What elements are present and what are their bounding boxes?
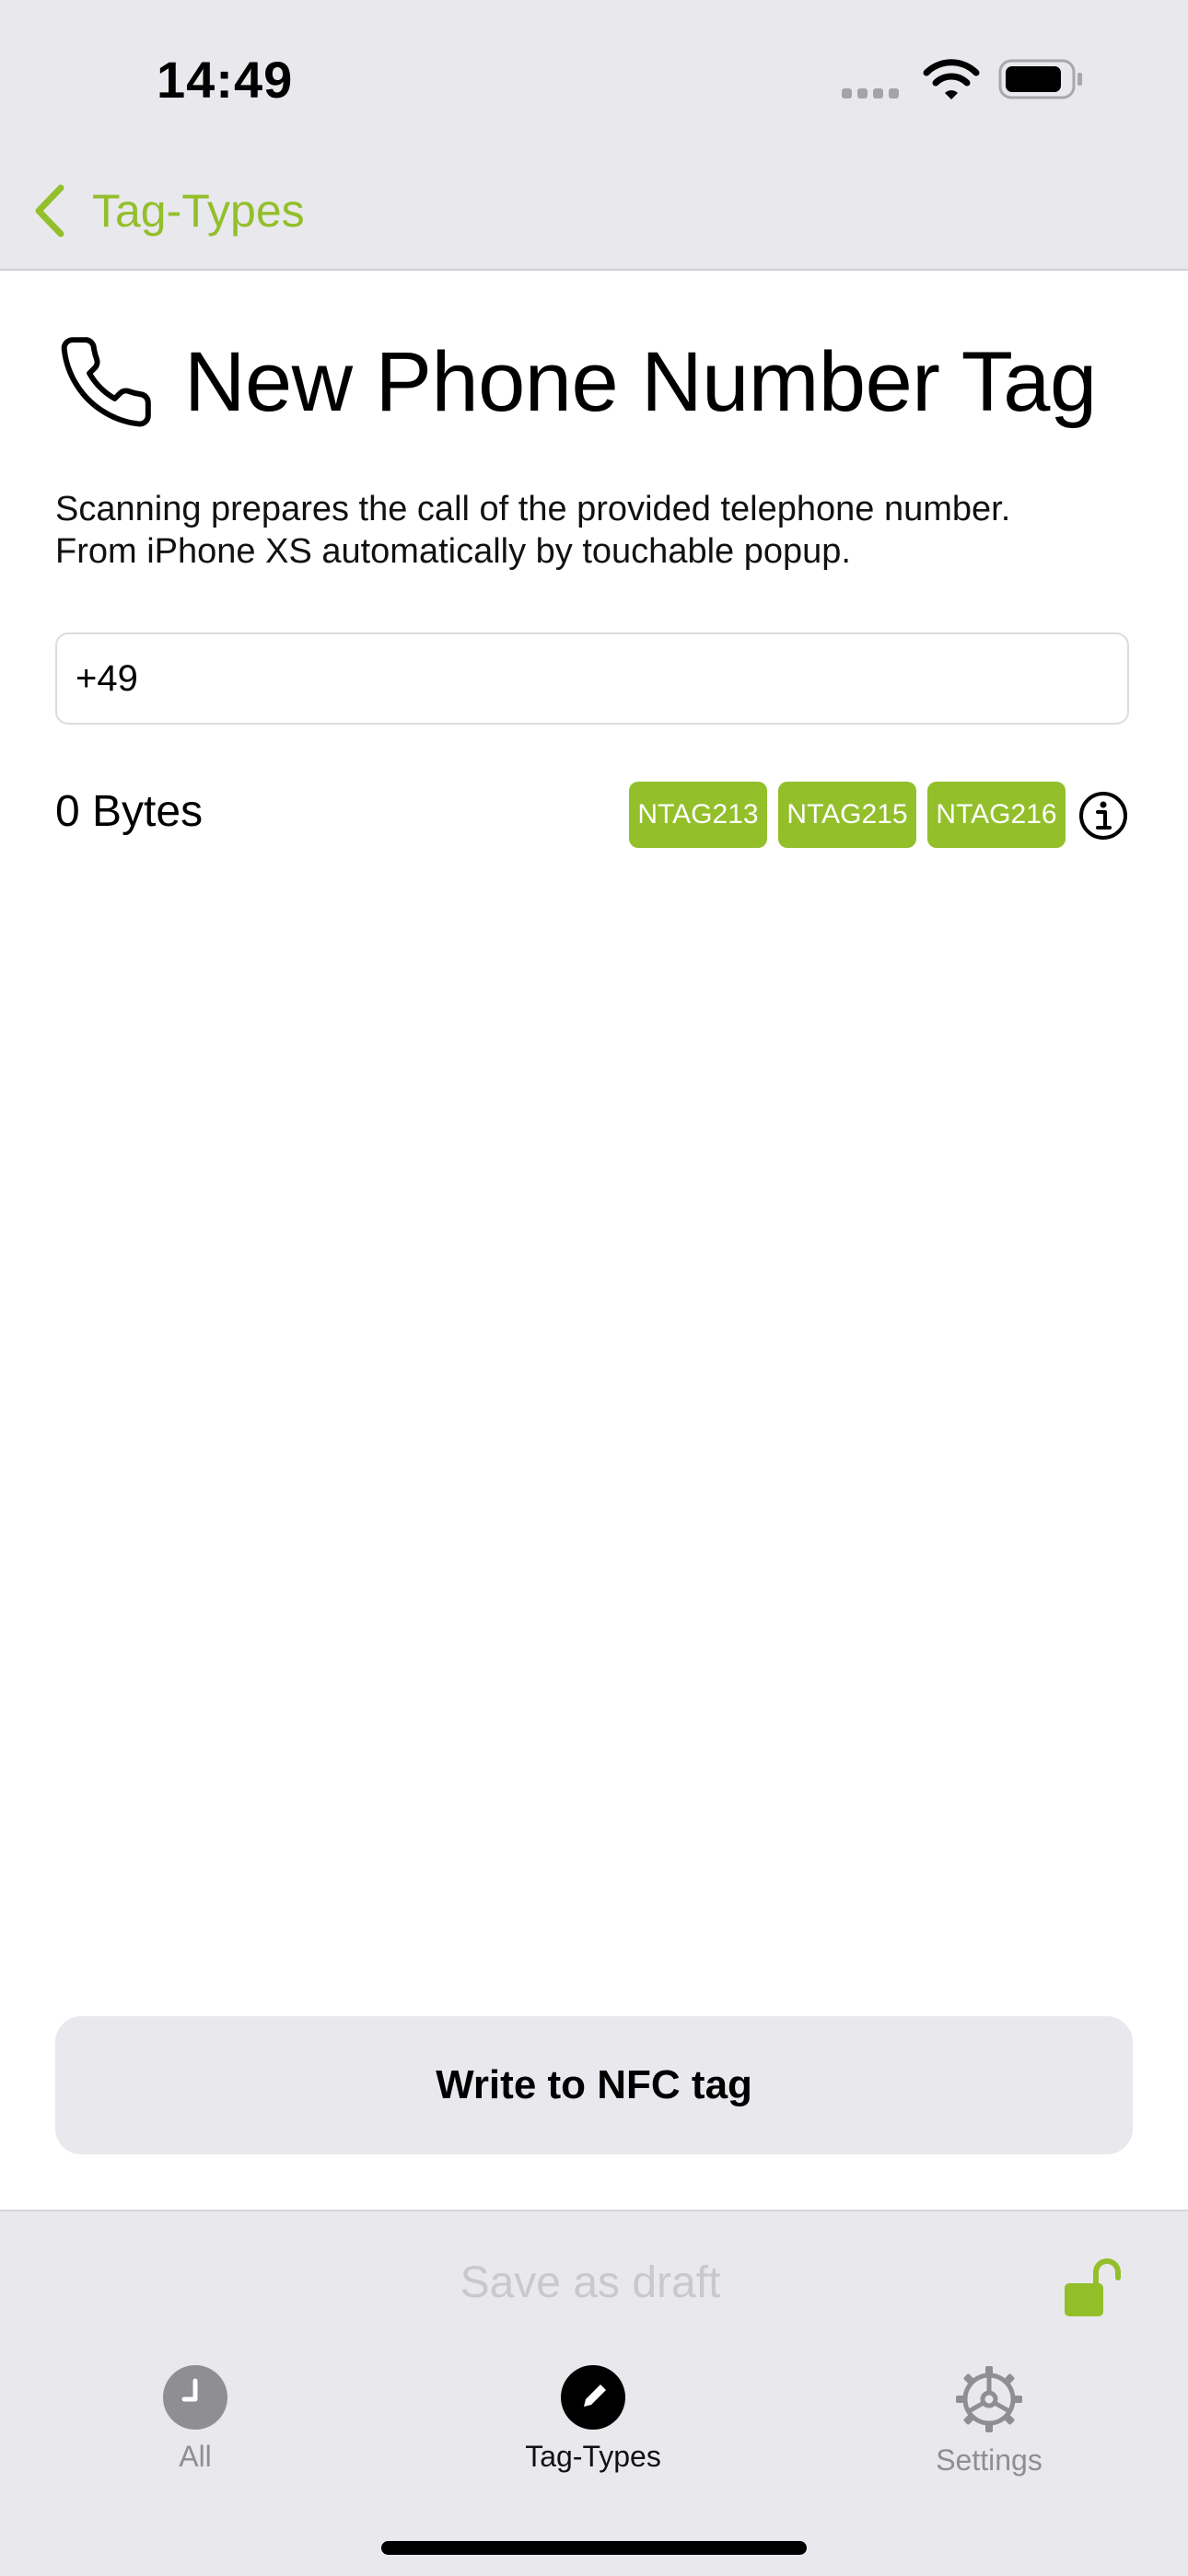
tab-all-label: All	[179, 2440, 212, 2473]
phone-icon	[61, 337, 151, 427]
pencil-icon	[561, 2365, 625, 2430]
chip-ntag213[interactable]: NTAG213	[629, 782, 767, 848]
bytes-count: 0 Bytes	[55, 787, 204, 836]
chevron-left-icon	[35, 184, 64, 238]
tag-type-chips: NTAG213 NTAG215 NTAG216	[629, 782, 1077, 848]
back-button[interactable]: Tag-Types	[31, 179, 305, 243]
bottom-toolbar: Save as draft All Tag-Types Settings	[0, 2210, 1188, 2576]
save-as-draft-button[interactable]: Save as draft	[0, 2257, 1181, 2308]
phone-number-input[interactable]	[55, 632, 1129, 725]
clock-icon	[163, 2365, 227, 2430]
tab-settings[interactable]: Settings	[851, 2364, 1127, 2477]
chip-ntag215[interactable]: NTAG215	[778, 782, 916, 848]
info-circle-icon[interactable]	[1077, 790, 1129, 846]
tab-all[interactable]: All	[57, 2364, 333, 2474]
back-button-label: Tag-Types	[92, 185, 305, 237]
status-time: 14:49	[157, 51, 294, 109]
wifi-icon	[923, 57, 980, 106]
page-title: New Phone Number Tag	[184, 334, 1097, 429]
page-header: New Phone Number Tag	[55, 331, 1097, 433]
cellular-signal-icon	[842, 87, 904, 103]
unlocked-padlock-icon[interactable]	[1059, 2257, 1125, 2327]
home-indicator[interactable]	[381, 2541, 807, 2555]
description: Scanning prepares the call of the provid…	[55, 488, 1142, 573]
tab-settings-label: Settings	[936, 2443, 1042, 2477]
description-line-1: Scanning prepares the call of the provid…	[55, 490, 1011, 528]
battery-icon	[998, 59, 1085, 104]
tab-tag-types-label: Tag-Types	[525, 2440, 661, 2473]
chip-ntag216[interactable]: NTAG216	[927, 782, 1066, 848]
description-line-2: From iPhone XS automatically by touchabl…	[55, 532, 851, 571]
write-to-nfc-button[interactable]: Write to NFC tag	[55, 2016, 1133, 2154]
navigation-bar: Tag-Types	[0, 157, 1188, 271]
status-bar: 14:49	[0, 0, 1188, 157]
tab-tag-types[interactable]: Tag-Types	[455, 2364, 731, 2474]
gear-icon	[956, 2366, 1022, 2432]
